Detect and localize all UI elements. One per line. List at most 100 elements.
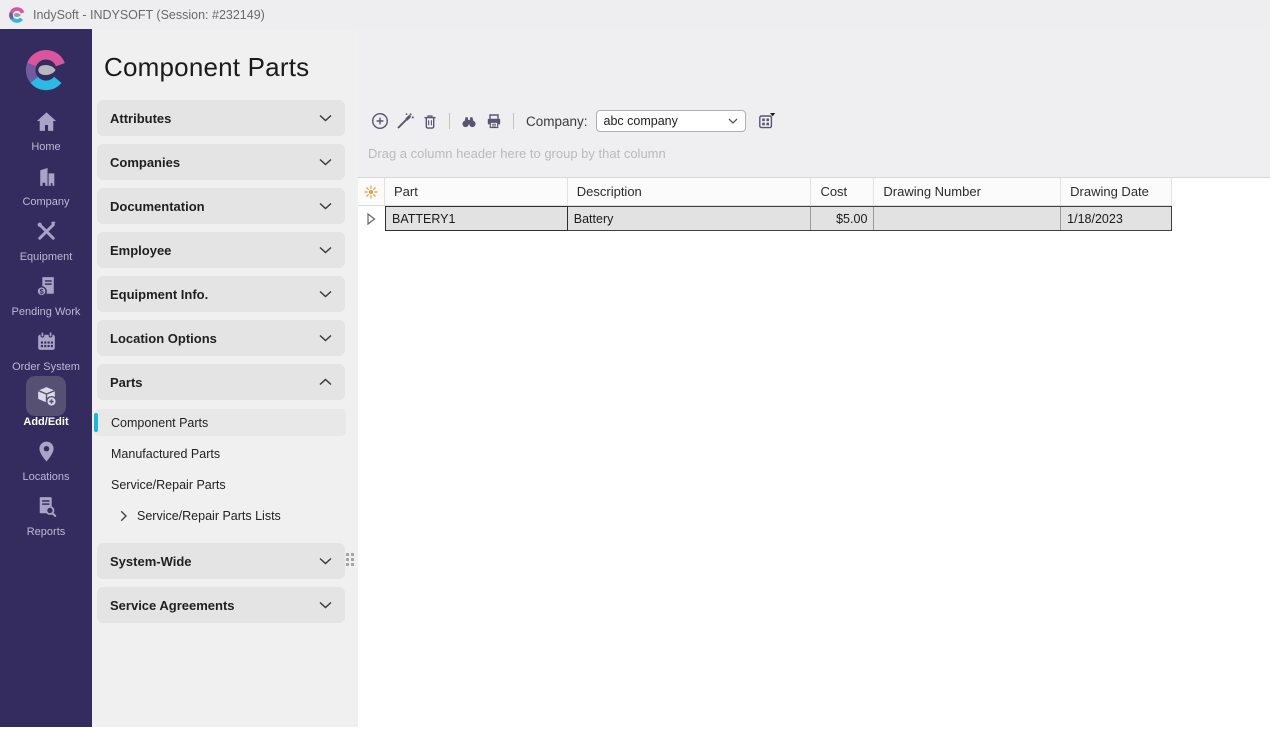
row-expand-arrow[interactable] <box>358 206 385 231</box>
accordion-label: Equipment Info. <box>110 287 208 302</box>
app-logo-icon <box>8 6 26 24</box>
svg-text:$: $ <box>39 286 43 295</box>
company-dropdown-value: abc company <box>604 114 678 128</box>
sidebar-item-label: Equipment <box>20 251 73 263</box>
delete-icon <box>420 111 440 131</box>
accordion-label: Attributes <box>110 111 171 126</box>
column-header-part[interactable]: Part <box>385 178 568 205</box>
sidebar-item-label: Order System <box>12 361 80 373</box>
nav-item-service-repair-parts[interactable]: Service/Repair Parts <box>94 471 346 498</box>
company-dropdown[interactable]: abc company <box>596 110 746 132</box>
sidebar-item-order-system[interactable]: Order System <box>0 321 92 376</box>
cell-part[interactable]: BATTERY1 <box>385 206 568 231</box>
column-chooser-button[interactable] <box>755 109 779 133</box>
sidebar-item-label: Home <box>31 141 60 153</box>
accordion-section-attributes[interactable]: Attributes <box>97 100 345 136</box>
accordion-section-parts[interactable]: Parts <box>97 364 345 400</box>
row-cells: BATTERY1 Battery $5.00 1/18/2023 <box>385 206 1172 231</box>
sidebar-item-label: Reports <box>27 526 66 538</box>
home-icon <box>34 109 59 134</box>
sidebar-item-home[interactable]: Home <box>0 101 92 156</box>
report-search-icon <box>34 494 59 519</box>
accordion-section-location-options[interactable]: Location Options <box>97 320 345 356</box>
chevron-down-icon <box>319 202 332 210</box>
column-header-drawing-date[interactable]: Drawing Date <box>1061 178 1171 205</box>
accordion-section-service-agreements[interactable]: Service Agreements <box>97 587 345 623</box>
calendar-icon <box>34 329 59 354</box>
accordion-section-system-wide[interactable]: System-Wide <box>97 543 345 579</box>
sidebar-item-label: Locations <box>22 471 69 483</box>
print-button[interactable] <box>482 109 506 133</box>
accordion: Attributes Companies Documentation Emplo… <box>92 100 358 623</box>
toolbar-separator <box>449 113 450 129</box>
panel-splitter-handle[interactable] <box>346 553 355 568</box>
main-content: Company: abc company Drag a column he <box>358 29 1270 727</box>
crossed-tools-icon <box>34 219 59 244</box>
chevron-up-icon <box>319 378 332 386</box>
box-plus-icon <box>34 384 59 409</box>
table-row[interactable]: BATTERY1 Battery $5.00 1/18/2023 <box>358 206 1270 231</box>
navigation-panel: Component Parts Attributes Companies Doc… <box>92 29 358 727</box>
grid-indicator-column <box>358 178 385 205</box>
accordion-label: Employee <box>110 243 171 258</box>
accordion-section-employee[interactable]: Employee <box>97 232 345 268</box>
nav-item-label: Manufactured Parts <box>111 447 220 461</box>
sidebar-item-equipment[interactable]: Equipment <box>0 211 92 266</box>
sidebar-item-label: Add/Edit <box>23 416 68 428</box>
sidebar-item-company[interactable]: Company <box>0 156 92 211</box>
cell-cost[interactable]: $5.00 <box>811 207 874 230</box>
company-label: Company: <box>526 114 588 129</box>
grid-header-row: Part Description Cost Drawing Number Dra… <box>358 178 1172 206</box>
building-icon <box>34 164 59 189</box>
accordion-section-companies[interactable]: Companies <box>97 144 345 180</box>
indysoft-logo-icon <box>23 47 69 93</box>
print-icon <box>484 111 504 131</box>
accordion-label: Service Agreements <box>110 598 235 613</box>
wand-icon <box>395 111 415 131</box>
sidebar-item-pending-work[interactable]: $ Pending Work <box>0 266 92 321</box>
add-button[interactable] <box>368 109 392 133</box>
accordion-label: Companies <box>110 155 180 170</box>
nav-item-label: Component Parts <box>111 416 208 430</box>
cell-description[interactable]: Battery <box>568 207 812 230</box>
chevron-down-icon <box>319 334 332 342</box>
accordion-label: Location Options <box>110 331 217 346</box>
chevron-down-icon <box>728 118 738 125</box>
chevron-down-icon <box>319 557 332 565</box>
chevron-down-icon <box>319 290 332 298</box>
map-pin-icon <box>34 439 59 464</box>
expand-triangle-icon <box>366 212 377 226</box>
sidebar-item-label: Company <box>22 196 69 208</box>
chevron-down-icon <box>319 158 332 166</box>
nav-item-manufactured-parts[interactable]: Manufactured Parts <box>94 440 346 467</box>
accordion-label: System-Wide <box>110 554 192 569</box>
main-sidebar: Home Company Equipment <box>0 29 92 727</box>
delete-button[interactable] <box>418 109 442 133</box>
find-button[interactable] <box>457 109 481 133</box>
cell-drawing-date[interactable]: 1/18/2023 <box>1061 207 1171 230</box>
page-title: Component Parts <box>104 52 358 82</box>
sidebar-item-locations[interactable]: Locations <box>0 431 92 486</box>
invoice-icon: $ <box>34 274 59 299</box>
chevron-down-icon <box>319 601 332 609</box>
accordion-label: Parts <box>110 375 143 390</box>
edit-wand-button[interactable] <box>393 109 417 133</box>
group-by-hint: Drag a column header here to group by th… <box>368 146 1270 161</box>
toolbar-area: Company: abc company Drag a column he <box>358 29 1270 177</box>
accordion-section-documentation[interactable]: Documentation <box>97 188 345 224</box>
cell-drawing-number[interactable] <box>874 207 1061 230</box>
column-header-cost[interactable]: Cost <box>811 178 874 205</box>
chevron-down-icon <box>319 114 332 122</box>
column-header-drawing-number[interactable]: Drawing Number <box>874 178 1061 205</box>
sidebar-item-add-edit[interactable]: Add/Edit <box>0 376 92 431</box>
nav-item-service-repair-parts-lists[interactable]: Service/Repair Parts Lists <box>94 502 346 529</box>
sidebar-item-reports[interactable]: Reports <box>0 486 92 541</box>
column-chooser-icon <box>757 111 777 131</box>
chevron-right-icon <box>120 510 128 522</box>
nav-item-component-parts[interactable]: Component Parts <box>94 409 346 436</box>
accordion-section-equipment-info[interactable]: Equipment Info. <box>97 276 345 312</box>
toolbar: Company: abc company <box>368 109 1270 133</box>
window-titlebar: IndySoft - INDYSOFT (Session: #232149) <box>0 0 1270 29</box>
accordion-label: Documentation <box>110 199 205 214</box>
column-header-description[interactable]: Description <box>568 178 812 205</box>
